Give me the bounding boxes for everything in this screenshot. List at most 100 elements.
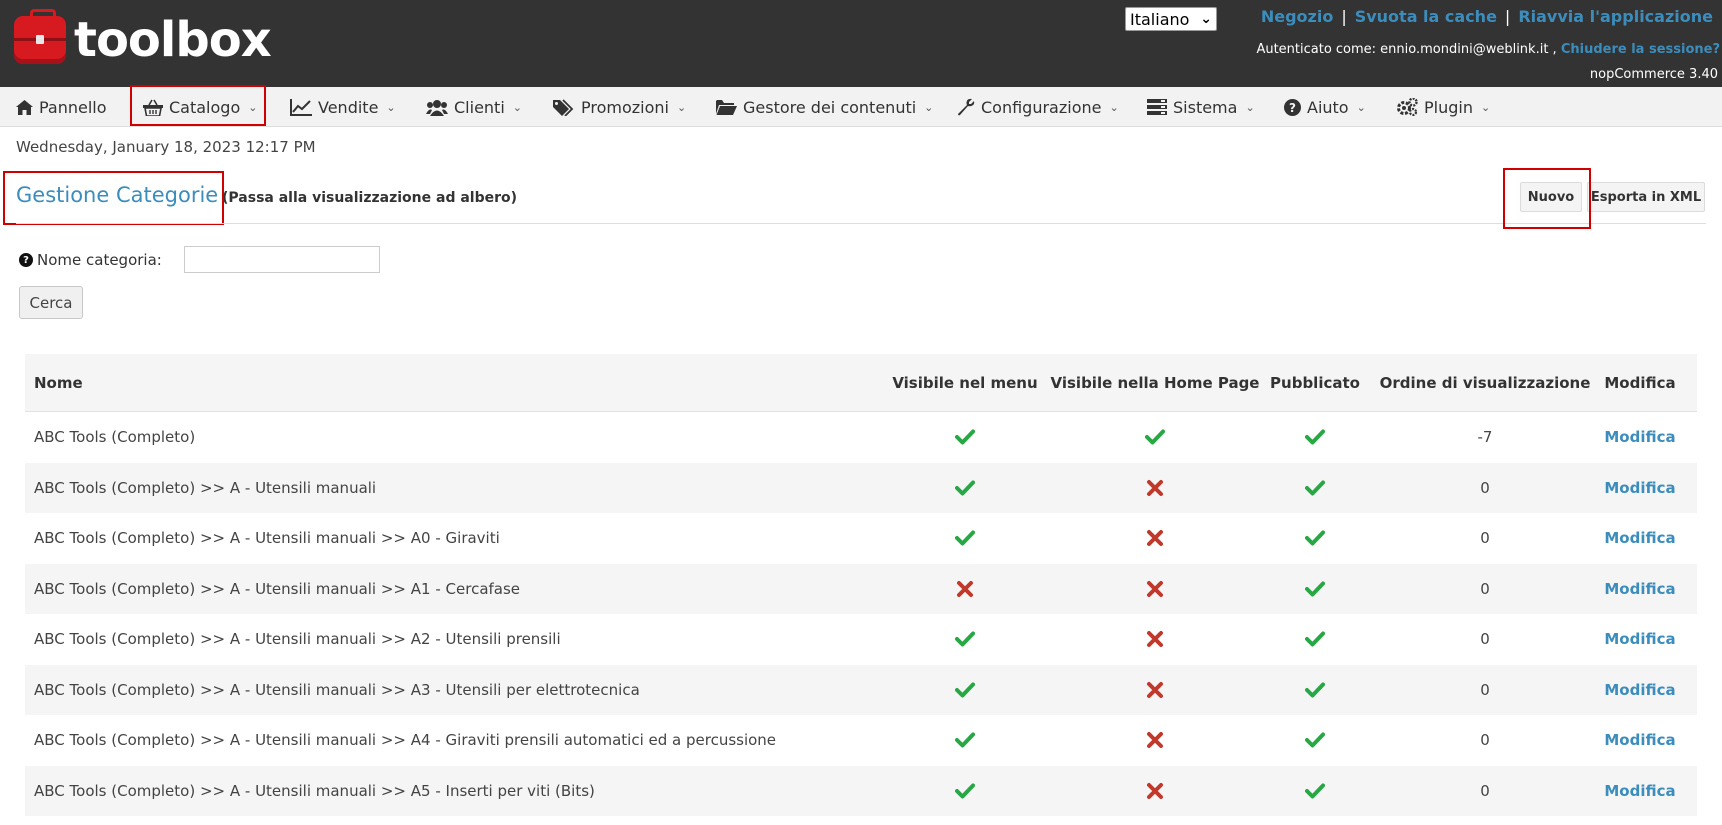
table-body: ABC Tools (Completo) -7 Modifica ABC Tools …: [25, 412, 1697, 816]
edit-link[interactable]: Modifica: [1604, 731, 1675, 749]
visible-menu-cell: [885, 614, 1045, 665]
edit-link[interactable]: Modifica: [1604, 580, 1675, 598]
visible-menu-cell: [885, 715, 1045, 766]
cross-icon: [1147, 530, 1163, 547]
store-link[interactable]: Negozio: [1261, 7, 1333, 26]
check-icon: [1305, 581, 1325, 597]
column-header-edit: Modifica: [1604, 374, 1676, 392]
chevron-down-icon: ⌄: [1109, 100, 1119, 114]
table-row: ABC Tools (Completo) -7 Modifica: [25, 412, 1697, 463]
column-header-menu[interactable]: Visibile nel menu: [885, 354, 1045, 412]
question-circle-icon: ?: [1284, 98, 1301, 116]
chevron-down-icon: ⌄: [676, 100, 687, 114]
check-icon: [1305, 783, 1325, 799]
logout-link[interactable]: Chiudere la sessione?: [1561, 42, 1720, 57]
folder-open-icon: [716, 100, 737, 115]
menu-item-plugin[interactable]: Plugin ⌄: [1396, 87, 1490, 127]
chevron-down-icon: ⌄: [1200, 11, 1212, 27]
menu-label: Gestore dei contenuti: [743, 97, 917, 117]
edit-link[interactable]: Modifica: [1604, 428, 1675, 446]
visible-home-cell: [1050, 665, 1260, 716]
visible-home-cell: [1050, 715, 1260, 766]
logo-text: toolbox: [74, 12, 272, 68]
category-name: ABC Tools (Completo) >> A - Utensili man…: [34, 579, 521, 598]
menu-item-configurazione[interactable]: Configurazione ⌄: [957, 87, 1119, 127]
basket-icon: [143, 99, 163, 116]
menu-item-sistema[interactable]: Sistema ⌄: [1147, 87, 1255, 127]
cross-icon: [1147, 479, 1163, 496]
restart-app-link[interactable]: Riavvia l'applicazione: [1518, 7, 1713, 26]
language-select[interactable]: Italiano ⌄: [1125, 7, 1217, 31]
check-icon: [1305, 732, 1325, 748]
categories-table: Nome Visibile nel menu Visibile nella Ho…: [25, 354, 1697, 816]
column-header-nome[interactable]: Nome: [34, 354, 83, 412]
chevron-down-icon: ⌄: [248, 100, 258, 114]
display-order: 0: [1480, 579, 1490, 598]
display-order: 0: [1480, 680, 1490, 699]
visible-home-cell: [1050, 463, 1260, 514]
check-icon: [955, 429, 975, 445]
edit-link[interactable]: Modifica: [1604, 479, 1675, 497]
category-name: ABC Tools (Completo) >> A - Utensili man…: [34, 478, 377, 497]
category-name-input[interactable]: [184, 246, 380, 273]
column-header-home[interactable]: Visibile nella Home Page: [1050, 354, 1260, 412]
check-icon: [955, 530, 975, 546]
menu-label: Clienti: [454, 97, 505, 117]
edit-link[interactable]: Modifica: [1604, 529, 1675, 547]
menu-item-catalogo[interactable]: Catalogo ⌄: [143, 87, 257, 127]
table-row: ABC Tools (Completo) >> A - Utensili man…: [25, 462, 1697, 514]
category-name: ABC Tools (Completo) >> A - Utensili man…: [34, 630, 561, 649]
new-button[interactable]: Nuovo: [1520, 182, 1582, 212]
users-icon: [426, 99, 448, 116]
category-name: ABC Tools (Completo) >> A - Utensili man…: [34, 781, 595, 800]
display-order: 0: [1480, 478, 1490, 497]
menu-item-aiuto[interactable]: ? Aiuto ⌄: [1284, 87, 1366, 127]
check-icon: [1305, 429, 1325, 445]
menu-item-promozioni[interactable]: Promozioni ⌄: [553, 87, 686, 127]
table-row: ABC Tools (Completo) >> A - Utensili man…: [25, 715, 1697, 766]
help-icon[interactable]: ?: [19, 253, 33, 267]
visible-home-cell: [1050, 513, 1260, 564]
tree-view-link[interactable]: (Passa alla visualizzazione ad albero): [222, 190, 517, 206]
display-order: -7: [1477, 428, 1493, 447]
cogs-icon: [1397, 98, 1418, 116]
title-divider: [16, 223, 1706, 224]
menu-item-vendite[interactable]: Vendite ⌄: [290, 87, 396, 127]
check-icon: [955, 682, 975, 698]
visible-menu-cell: [885, 665, 1045, 716]
date-time: Wednesday, January 18, 2023 12:17 PM: [16, 138, 316, 156]
chevron-down-icon: ⌄: [1356, 100, 1366, 114]
language-selected: Italiano: [1130, 9, 1190, 29]
menu-item-pannello[interactable]: Pannello: [16, 87, 107, 127]
auth-text: Autenticato come: ennio.mondini@weblink.…: [1256, 42, 1557, 57]
category-name: ABC Tools (Completo) >> A - Utensili man…: [34, 680, 640, 699]
search-button[interactable]: Cerca: [19, 286, 83, 319]
toolbox-logo[interactable]: toolbox: [14, 9, 272, 68]
check-icon: [1145, 429, 1165, 445]
page-title: Gestione Categorie: [16, 183, 219, 207]
visible-home-cell: [1050, 614, 1260, 665]
menu-label: Promozioni: [581, 97, 669, 117]
chevron-down-icon: ⌄: [1245, 100, 1255, 114]
menu-label: Aiuto: [1307, 97, 1349, 117]
visible-menu-cell: [885, 564, 1045, 615]
cross-icon: [957, 580, 973, 597]
edit-link[interactable]: Modifica: [1604, 782, 1675, 800]
check-icon: [955, 783, 975, 799]
edit-link[interactable]: Modifica: [1604, 630, 1675, 648]
toolbox-icon: [14, 9, 66, 64]
menu-label: Vendite: [318, 97, 379, 117]
column-header-order[interactable]: Ordine di visualizzazione: [1360, 354, 1610, 412]
display-order: 0: [1480, 781, 1490, 800]
chevron-down-icon: ⌄: [386, 100, 396, 114]
auth-info: Autenticato come: ennio.mondini@weblink.…: [1256, 42, 1720, 57]
search-label-text: Nome categoria:: [37, 251, 162, 269]
server-icon: [1147, 99, 1167, 115]
clear-cache-link[interactable]: Svuota la cache: [1355, 7, 1497, 26]
menu-item-clienti[interactable]: Clienti ⌄: [426, 87, 522, 127]
export-xml-button[interactable]: Esporta in XML: [1587, 182, 1705, 212]
check-icon: [1305, 480, 1325, 496]
edit-link[interactable]: Modifica: [1604, 681, 1675, 699]
menu-item-gestore-contenuti[interactable]: Gestore dei contenuti ⌄: [716, 87, 933, 127]
main-menu: Pannello Catalogo ⌄ Vendite ⌄ Clienti ⌄ …: [0, 87, 1722, 127]
